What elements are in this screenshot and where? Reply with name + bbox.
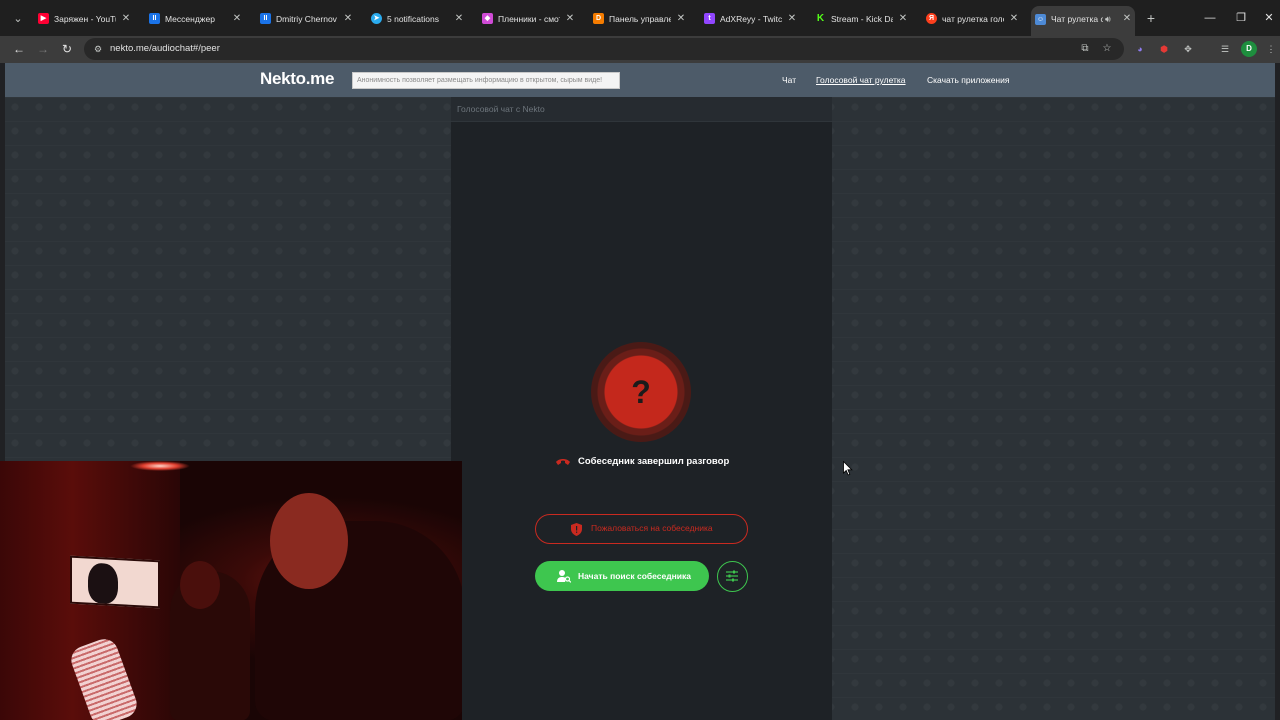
- forward-arrow-icon[interactable]: →: [33, 39, 53, 59]
- bookmark-star-icon[interactable]: ☆: [1099, 41, 1115, 57]
- close-icon[interactable]: ✕: [342, 8, 354, 30]
- tab-twitch[interactable]: t AdXReyy - Twitch ✕: [700, 8, 800, 30]
- user-search-icon: [557, 570, 571, 583]
- call-ended-text: Собеседник завершил разговор: [578, 456, 730, 467]
- kinopoisk-icon: ◆: [482, 13, 493, 24]
- tab-title: Заряжен - YouTub: [54, 14, 116, 24]
- speaker-icon[interactable]: 🔊︎: [1105, 6, 1111, 32]
- reload-icon[interactable]: ↻: [57, 39, 77, 59]
- restore-icon[interactable]: ❐: [1231, 8, 1251, 28]
- more-menu-icon[interactable]: ⋮: [1263, 41, 1279, 57]
- donationalerts-icon: D: [593, 13, 604, 24]
- close-icon[interactable]: ✕: [786, 8, 798, 30]
- install-app-icon[interactable]: ⧉: [1077, 41, 1093, 57]
- youtube-icon: ▶: [38, 13, 49, 24]
- minimize-icon[interactable]: —: [1200, 8, 1220, 28]
- mouse-cursor-icon: [843, 461, 853, 476]
- site-tagline: Анонимность позволяет размещать информац…: [352, 72, 620, 89]
- tab-yandex-search[interactable]: Я чат рулетка голо ✕: [922, 8, 1022, 30]
- nav-link-download-apps[interactable]: Скачать приложения: [927, 75, 1009, 85]
- tab-title: Мессенджер: [165, 14, 215, 24]
- tab-title: Stream - Kick Das: [831, 14, 893, 24]
- tab-title: Панель управлен: [609, 14, 671, 24]
- close-icon[interactable]: ✕: [897, 8, 909, 30]
- reading-list-icon[interactable]: ☰: [1217, 41, 1233, 57]
- poster-figure: [88, 562, 118, 605]
- tab-title: чат рулетка голо: [942, 14, 1004, 24]
- nekto-icon: ☺: [1035, 14, 1046, 25]
- tab-dmitriy-chernov[interactable]: II Dmitriy Chernov ✕: [256, 8, 356, 30]
- webcam-person-background-head: [180, 561, 220, 609]
- tab-notifications[interactable]: ➤ 5 notifications ✕: [367, 8, 467, 30]
- close-icon[interactable]: ✕: [231, 8, 243, 30]
- back-arrow-icon[interactable]: ←: [9, 39, 29, 59]
- address-bar[interactable]: ⚙ nekto.me/audiochat#/peer ⧉ ☆: [84, 38, 1124, 60]
- new-tab-button[interactable]: +: [1143, 9, 1159, 27]
- close-window-icon[interactable]: ✕: [1259, 8, 1279, 28]
- tab-title: Пленники - смот: [498, 14, 560, 24]
- twitch-icon: t: [704, 13, 715, 24]
- tab-title: 5 notifications: [387, 14, 439, 24]
- tab-title: Dmitriy Chernov: [276, 14, 337, 24]
- webcam-monitor-poster: [70, 555, 160, 609]
- tab-title: Чат рулетка с: [1051, 14, 1103, 24]
- app-icon: II: [260, 13, 271, 24]
- close-icon[interactable]: ✕: [1121, 6, 1133, 32]
- kick-icon: K: [815, 13, 826, 24]
- browser-toolbar: ← → ↻ ⚙ nekto.me/audiochat#/peer ⧉ ☆ ◕ ⬢…: [0, 36, 1280, 63]
- webcam-light: [130, 461, 190, 471]
- report-button[interactable]: Пожаловаться на собеседника: [535, 514, 748, 544]
- tab-messenger[interactable]: II Мессенджер ✕: [145, 8, 245, 30]
- tab-dashboard[interactable]: D Панель управлен ✕: [589, 8, 689, 30]
- extension-icon[interactable]: ◕: [1132, 41, 1148, 57]
- close-icon[interactable]: ✕: [120, 8, 132, 30]
- profile-avatar[interactable]: D: [1241, 41, 1257, 57]
- url-text: nekto.me/audiochat#/peer: [110, 43, 220, 54]
- chat-header: Голосовой чат с Nekto: [451, 97, 832, 122]
- search-settings-button[interactable]: [717, 561, 748, 592]
- close-icon[interactable]: ✕: [564, 8, 576, 30]
- report-button-label: Пожаловаться на собеседника: [591, 523, 713, 533]
- tab-youtube[interactable]: ▶ Заряжен - YouTub ✕: [34, 8, 134, 30]
- puzzle-icon[interactable]: ✥: [1180, 41, 1196, 57]
- site-header: Nekto.me Анонимность позволяет размещать…: [5, 63, 1275, 97]
- close-icon[interactable]: ✕: [675, 8, 687, 30]
- adblock-icon[interactable]: ⬢: [1156, 41, 1172, 57]
- tab-nekto-active[interactable]: ☺ Чат рулетка с 🔊︎ ✕: [1031, 6, 1135, 36]
- nav-link-voice-roulette[interactable]: Голосовой чат рулетка: [816, 75, 906, 85]
- status-indicator: ?: [591, 342, 691, 442]
- webcam-overlay: [0, 461, 462, 720]
- question-icon: ?: [631, 374, 651, 410]
- telegram-icon: ➤: [371, 13, 382, 24]
- start-search-button[interactable]: Начать поиск собеседника: [535, 561, 709, 591]
- tab-kick[interactable]: K Stream - Kick Das ✕: [811, 8, 911, 30]
- yandex-icon: Я: [926, 13, 937, 24]
- tab-strip: ⌄ ▶ Заряжен - YouTub ✕ II Мессенджер ✕ I…: [0, 0, 1280, 36]
- nav-link-chat[interactable]: Чат: [782, 75, 796, 85]
- close-icon[interactable]: ✕: [1008, 8, 1020, 30]
- tab-plenniki[interactable]: ◆ Пленники - смот ✕: [478, 8, 578, 30]
- sliders-icon: [726, 570, 738, 582]
- start-search-label: Начать поиск собеседника: [578, 571, 691, 581]
- tab-search-button[interactable]: ⌄: [8, 9, 28, 29]
- voice-chat-panel: Голосовой чат с Nekto ? Собеседник завер…: [451, 97, 832, 720]
- shield-icon: [571, 523, 582, 536]
- webcam-streamer-head: [270, 493, 348, 589]
- site-info-icon[interactable]: ⚙: [90, 41, 106, 57]
- tab-title: AdXReyy - Twitch: [720, 14, 782, 24]
- app-icon: II: [149, 13, 160, 24]
- chat-title: Голосовой чат с Nekto: [457, 104, 545, 114]
- close-icon[interactable]: ✕: [453, 8, 465, 30]
- site-logo[interactable]: Nekto.me: [260, 69, 334, 89]
- hang-up-phone-icon: [556, 459, 570, 465]
